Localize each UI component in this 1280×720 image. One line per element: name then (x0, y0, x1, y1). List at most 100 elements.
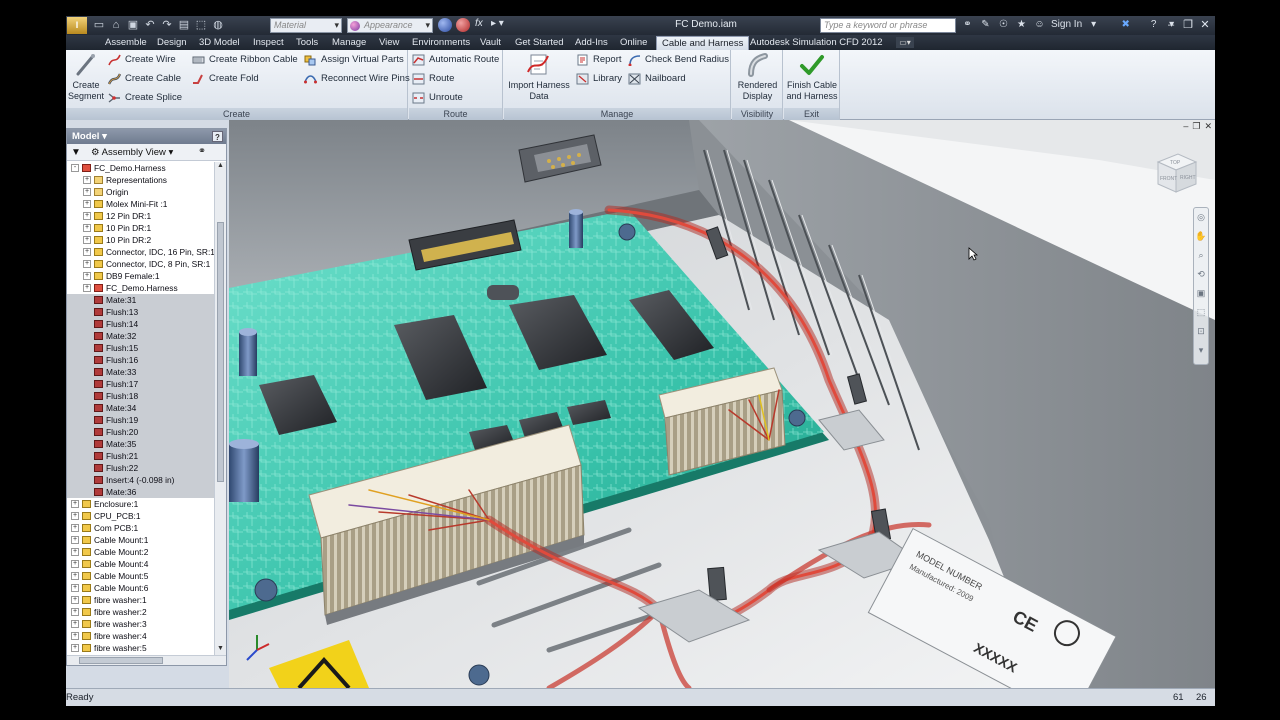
scroll-up-icon[interactable]: ▲ (215, 162, 226, 173)
expand-icon[interactable]: + (71, 572, 79, 580)
tab-add-ins[interactable]: Add-Ins (575, 36, 608, 50)
nailboard-button[interactable]: Nailboard (628, 71, 686, 87)
create-ribbon-cable-button[interactable]: Create Ribbon Cable (192, 52, 298, 68)
tree-item[interactable]: + Cable Mount:6 (67, 582, 214, 594)
reconnect-wire-pins-button[interactable]: Reconnect Wire Pins (304, 71, 410, 87)
expand-icon[interactable]: + (83, 188, 91, 196)
minimize-icon[interactable]: – (1164, 18, 1178, 32)
tree-item[interactable]: + Representations (67, 174, 214, 186)
exchange-icon[interactable]: ✖ (1119, 18, 1132, 31)
tree-item[interactable]: Flush:16 (67, 354, 214, 366)
tree-item[interactable]: + fibre washer:1 (67, 594, 214, 606)
filter-icon[interactable]: ▼ (71, 147, 81, 158)
tab-get-started[interactable]: Get Started (515, 36, 564, 50)
tab-environments[interactable]: Environments (412, 36, 470, 50)
tree-item[interactable]: +10 Pin DR:2 (67, 234, 214, 246)
tree-item[interactable]: + Molex Mini-Fit :1 (67, 198, 214, 210)
report-button[interactable]: Report (576, 52, 622, 68)
fx-icon[interactable]: fx (475, 18, 483, 29)
tree-item[interactable]: Flush:18 (67, 390, 214, 402)
new-icon[interactable]: ▭ (92, 18, 106, 32)
assembly-3d-view[interactable]: MODEL NUMBER Manufactured: 2009 CE XXXXX (229, 120, 1215, 688)
open-icon[interactable]: ⌂ (109, 18, 123, 32)
tab-inspect[interactable]: Inspect (253, 36, 284, 50)
tree-item[interactable]: Flush:17 (67, 378, 214, 390)
h-scroll-thumb[interactable] (79, 657, 163, 664)
standoff-3[interactable] (788, 409, 806, 427)
tab-vault[interactable]: Vault (480, 36, 501, 50)
capacitor-2[interactable] (239, 328, 257, 376)
sign-in-chevron-icon[interactable]: ▾ (1087, 18, 1100, 31)
tab-view[interactable]: View (379, 36, 399, 50)
expand-icon[interactable]: + (83, 212, 91, 220)
select-icon[interactable]: ⬚ (194, 18, 208, 32)
tab-cable-and-harness[interactable]: Cable and Harness (656, 36, 750, 50)
expand-icon[interactable]: + (71, 608, 79, 616)
create-fold-button[interactable]: Create Fold (192, 71, 259, 87)
find-icon[interactable]: ⚭ (198, 146, 206, 157)
redo-icon[interactable]: ↷ (160, 18, 174, 32)
tree-item[interactable]: + DB9 Female:1 (67, 270, 214, 282)
material-select[interactable]: Material ▾ (270, 18, 342, 33)
expand-icon[interactable]: + (71, 512, 79, 520)
tree-item[interactable]: + Enclosure:1 (67, 498, 214, 510)
minimize-icon[interactable]: – (1183, 121, 1188, 132)
sign-in-link[interactable]: Sign In (1051, 19, 1082, 30)
restore-icon[interactable]: ❐ (1181, 18, 1195, 32)
help-icon[interactable]: ? (212, 131, 223, 142)
customize-qat-icon[interactable]: ▸ ▾ (491, 18, 504, 29)
undo-icon[interactable]: ↶ (143, 18, 157, 32)
tree-item[interactable]: Flush:14 (67, 318, 214, 330)
create-wire-button[interactable]: Create Wire (108, 52, 176, 68)
restore-icon[interactable]: ❐ (1192, 121, 1200, 132)
chevron-down-icon[interactable]: ▾ (102, 131, 107, 142)
tree-item[interactable]: + Cable Mount:5 (67, 570, 214, 582)
assembly-view-select[interactable]: ⚙ Assembly View ▾ (91, 147, 173, 158)
automatic-route-button[interactable]: Automatic Route (412, 52, 499, 68)
tree-item[interactable]: Mate:34 (67, 402, 214, 414)
save-icon[interactable]: ▣ (126, 18, 140, 32)
subscription-icon[interactable]: ☉ (997, 18, 1010, 31)
help-search-input[interactable]: Type a keyword or phrase (820, 18, 956, 33)
standoff-1[interactable] (254, 578, 278, 602)
expand-icon[interactable]: + (71, 560, 79, 568)
check-bend-radius-button[interactable]: Check Bend Radius (628, 52, 729, 68)
tree-item[interactable]: + fibre washer:3 (67, 618, 214, 630)
create-segment-button[interactable]: Create Segment (68, 52, 104, 102)
tree-item[interactable]: + fibre washer:5 (67, 642, 214, 654)
tree-item[interactable]: Flush:15 (67, 342, 214, 354)
tree-item[interactable]: Mate:32 (67, 330, 214, 342)
tree-item[interactable]: + Com PCB:1 (67, 522, 214, 534)
capacitor-3[interactable] (229, 439, 259, 502)
tree-item[interactable]: Flush:19 (67, 414, 214, 426)
expand-icon[interactable]: + (83, 272, 91, 280)
tree-item[interactable]: + Cable Mount:4 (67, 558, 214, 570)
import-harness-data-button[interactable]: Import Harness Data (508, 52, 570, 102)
assign-virtual-parts-button[interactable]: Assign Virtual Parts (304, 52, 404, 68)
finish-cable-harness-button[interactable]: Finish Cable and Harness (786, 52, 838, 102)
update-icon[interactable]: ◍ (211, 18, 225, 32)
viewcube[interactable]: TOP FRONT RIGHT (1150, 146, 1202, 198)
tab-design[interactable]: Design (157, 36, 187, 50)
expand-icon[interactable]: + (71, 632, 79, 640)
tree-item[interactable]: - FC_Demo.Harness (67, 162, 214, 174)
crystal[interactable] (487, 285, 519, 300)
expand-icon[interactable]: + (71, 524, 79, 532)
tree-item[interactable]: + FC_Demo.Harness (67, 282, 214, 294)
tree-item[interactable]: Flush:20 (67, 426, 214, 438)
expand-icon[interactable]: + (83, 176, 91, 184)
tree-item[interactable]: Mate:36 (67, 486, 214, 498)
expand-icon[interactable]: + (71, 584, 79, 592)
tree-item[interactable]: Flush:22 (67, 462, 214, 474)
tree-item[interactable]: + Cable Mount:2 (67, 546, 214, 558)
browser-title[interactable]: Model (72, 131, 99, 142)
tree-item[interactable]: +10 Pin DR:1 (67, 222, 214, 234)
tab-simulation-cfd[interactable]: Autodesk Simulation CFD 2012 (750, 36, 883, 50)
standoff-4[interactable] (468, 664, 490, 686)
standoff-2[interactable] (618, 223, 636, 241)
capacitor-1[interactable] (569, 209, 583, 248)
tree-item[interactable]: + fibre washer:4 (67, 630, 214, 642)
tab-manage[interactable]: Manage (332, 36, 366, 50)
favorites-icon[interactable]: ★ (1015, 18, 1028, 31)
expand-icon[interactable]: + (83, 224, 91, 232)
